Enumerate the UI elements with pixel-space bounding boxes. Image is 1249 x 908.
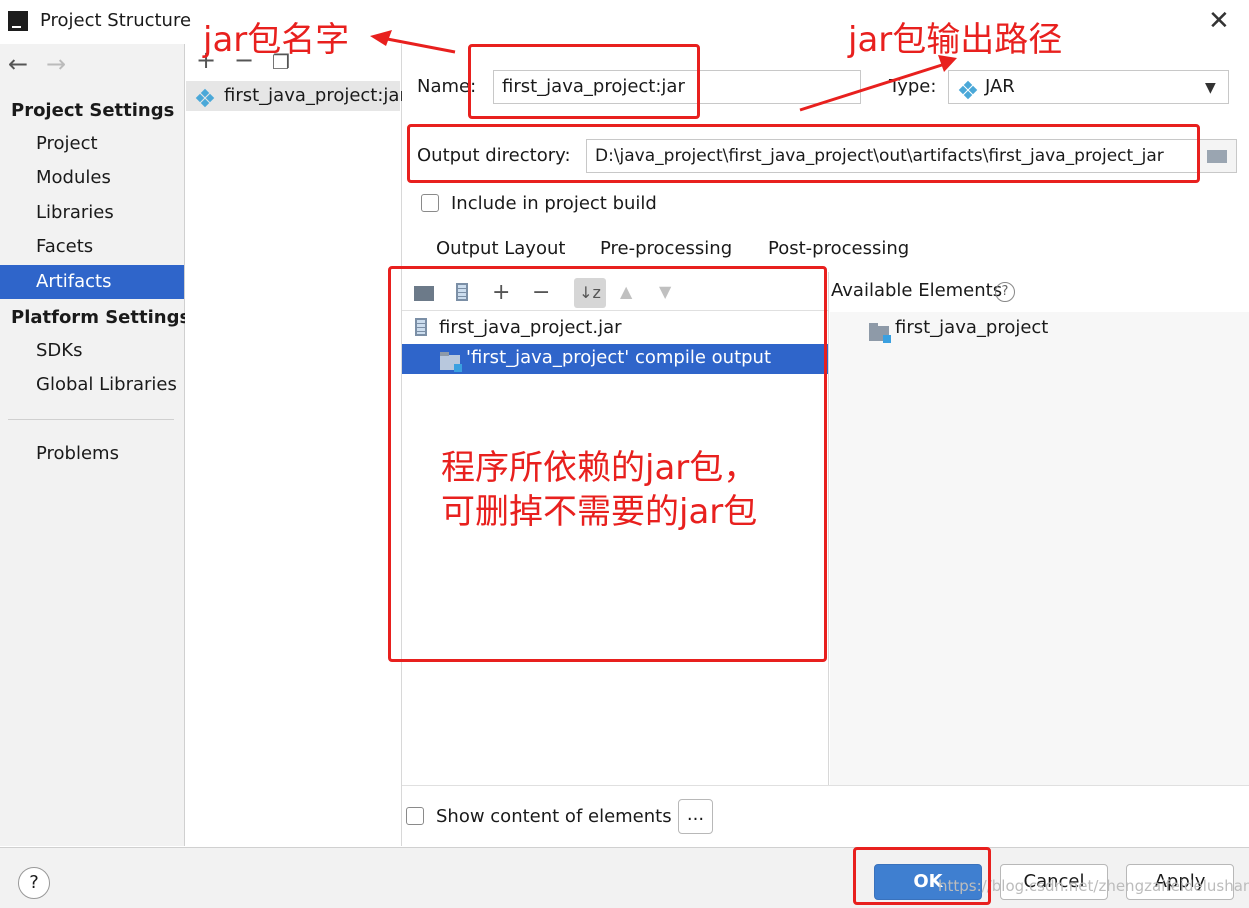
arrow-to-name-label <box>381 36 456 54</box>
arrowhead-output <box>938 55 957 72</box>
annotation-arrows <box>370 30 957 112</box>
arrowhead-name <box>370 30 392 46</box>
arrow-to-output-label <box>799 62 946 112</box>
